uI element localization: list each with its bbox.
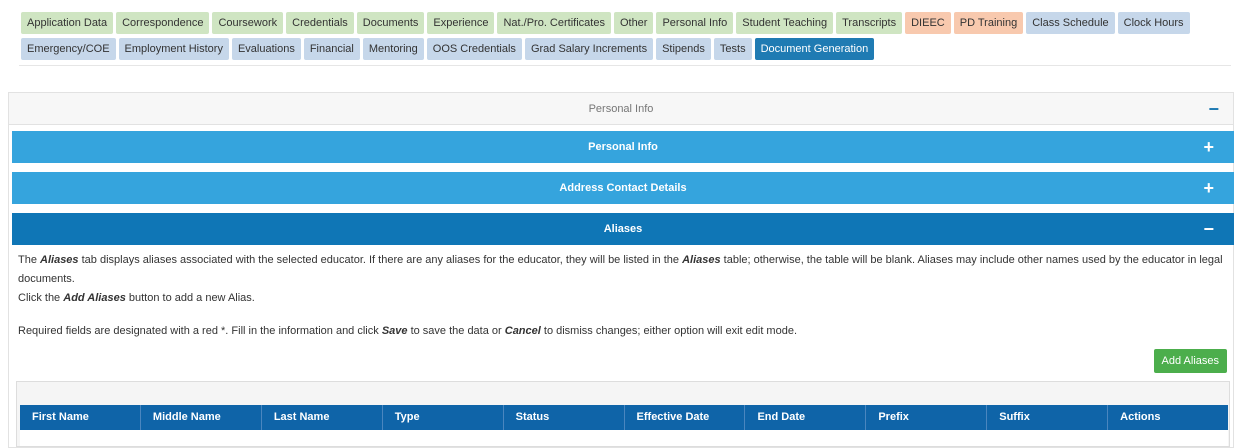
tab-clock-hours[interactable]: Clock Hours (1117, 12, 1190, 34)
tab-stipends[interactable]: Stipends (656, 38, 711, 60)
column-header-first-name[interactable]: First Name (20, 405, 141, 430)
section-title: Aliases (603, 223, 643, 235)
tab-coursework[interactable]: Coursework (212, 12, 284, 34)
required-fields-note: Required fields are designated with a re… (18, 325, 798, 337)
section-title: Personal Info (588, 141, 658, 153)
aliases-intro-text: The Aliases tab displays aliases associa… (18, 254, 1223, 285)
tab-oos-credentials[interactable]: OOS Credentials (426, 38, 522, 60)
collapse-icon[interactable]: − (1203, 213, 1214, 245)
aliases-table-body (20, 430, 1228, 446)
collapse-icon[interactable]: − (1208, 93, 1219, 125)
tab-grad-salary-increments[interactable]: Grad Salary Increments (524, 38, 654, 60)
column-header-type[interactable]: Type (383, 405, 504, 430)
tab-student-teaching[interactable]: Student Teaching (736, 12, 834, 34)
tab-document-generation[interactable]: Document Generation (754, 38, 875, 60)
address-contact-section-header[interactable]: Address Contact Details + (12, 172, 1234, 204)
personal-info-section-header[interactable]: Personal Info + (12, 131, 1234, 163)
tab-row-1: Application Data Correspondence Coursework… (21, 12, 1190, 34)
tab-pd-training[interactable]: PD Training (953, 12, 1024, 34)
column-header-suffix[interactable]: Suffix (987, 405, 1109, 430)
tab-mentoring[interactable]: Mentoring (362, 38, 424, 60)
column-header-prefix[interactable]: Prefix (866, 405, 988, 430)
tab-application-data[interactable]: Application Data (21, 12, 114, 34)
record-tabs: Application Data Correspondence Coursework… (19, 10, 1231, 66)
aliases-description: The Aliases tab displays aliases associa… (18, 251, 1228, 341)
column-header-status[interactable]: Status (504, 405, 625, 430)
expand-icon[interactable]: + (1203, 131, 1214, 163)
personal-info-panel-header[interactable]: Personal Info − (9, 93, 1233, 125)
add-aliases-button[interactable]: Add Aliases (1153, 349, 1227, 373)
tab-other[interactable]: Other (613, 12, 654, 34)
add-aliases-instruction: Click the Add Aliases button to add a ne… (18, 292, 255, 304)
column-header-last-name[interactable]: Last Name (262, 405, 383, 430)
tab-documents[interactable]: Documents (356, 12, 425, 34)
personal-info-panel: Personal Info − Personal Info + Address … (8, 92, 1234, 448)
tab-tests[interactable]: Tests (713, 38, 752, 60)
tab-employment-history[interactable]: Employment History (118, 38, 229, 60)
tab-experience[interactable]: Experience (427, 12, 495, 34)
tab-credentials[interactable]: Credentials (286, 12, 354, 34)
aliases-table-header: First Name Middle Name Last Name Type Status… (20, 405, 1228, 430)
expand-icon[interactable]: + (1203, 172, 1214, 204)
tab-transcripts[interactable]: Transcripts (836, 12, 903, 34)
panel-title: Personal Info (588, 103, 654, 115)
column-header-actions[interactable]: Actions (1108, 405, 1228, 430)
tab-evaluations[interactable]: Evaluations (231, 38, 301, 60)
tab-financial[interactable]: Financial (303, 38, 360, 60)
section-title: Address Contact Details (559, 182, 687, 194)
tab-row-2: Emergency/COE Employment History Evaluatio… (21, 38, 875, 60)
tab-nat-pro-certificates[interactable]: Nat./Pro. Certificates (497, 12, 611, 34)
column-header-effective-date[interactable]: Effective Date (625, 405, 746, 430)
column-header-middle-name[interactable]: Middle Name (141, 405, 262, 430)
aliases-section-header[interactable]: Aliases − (12, 213, 1234, 245)
tab-personal-info[interactable]: Personal Info (656, 12, 734, 34)
column-header-end-date[interactable]: End Date (745, 405, 867, 430)
aliases-table: First Name Middle Name Last Name Type Status… (16, 381, 1230, 447)
tab-dieec[interactable]: DIEEC (905, 12, 951, 34)
tab-correspondence[interactable]: Correspondence (116, 12, 210, 34)
tab-emergency-coe[interactable]: Emergency/COE (21, 38, 116, 60)
tab-class-schedule[interactable]: Class Schedule (1026, 12, 1115, 34)
